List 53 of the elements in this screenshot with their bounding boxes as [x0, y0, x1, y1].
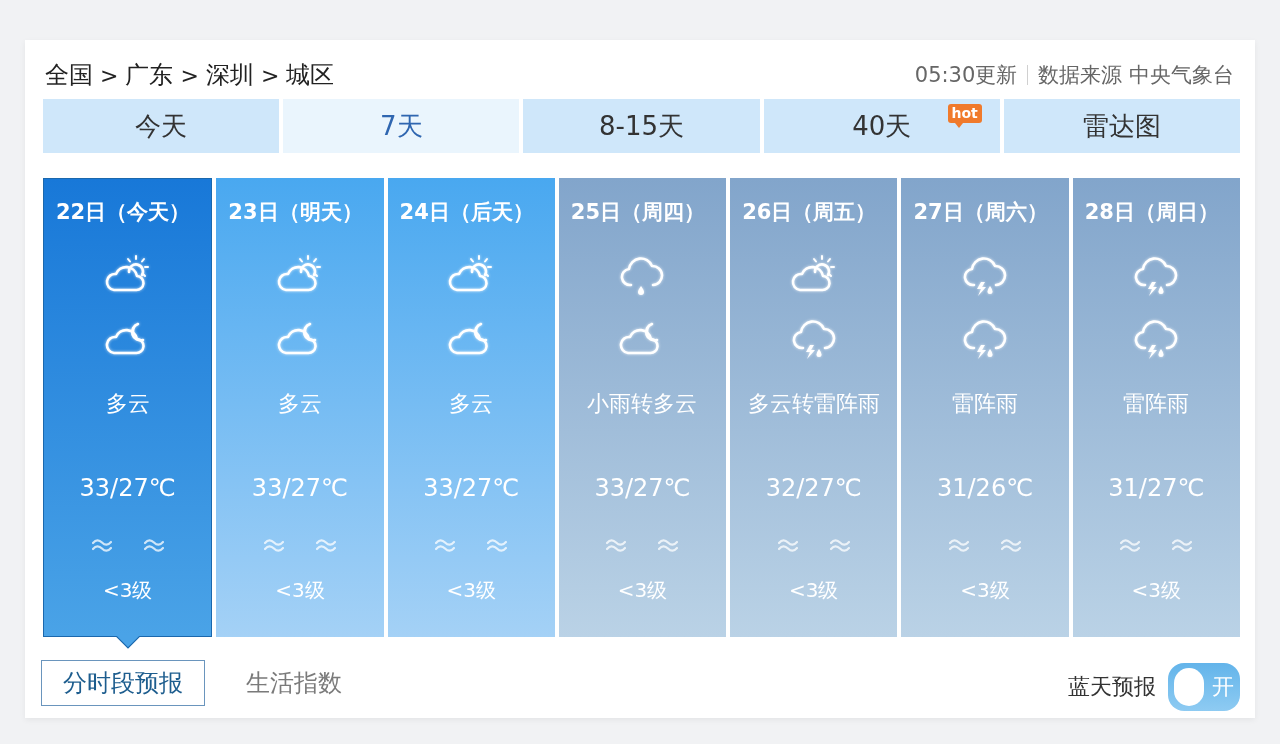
wind-wave-icon	[487, 538, 508, 552]
range-tab[interactable]: 8-15天	[523, 99, 760, 153]
breadcrumb-separator: >	[100, 62, 119, 88]
temperature-text: 31/26℃	[937, 473, 1034, 504]
wind-level-text: <3级	[446, 577, 496, 603]
temperature-text: 33/27℃	[251, 473, 348, 504]
range-tab[interactable]: 雷达图	[1003, 99, 1240, 153]
day-date: 25日（周四）	[569, 199, 706, 226]
weather-text: 多云	[449, 390, 494, 418]
day-date: 27日（周六）	[912, 199, 1048, 226]
wind-level-text: <3级	[960, 577, 1010, 603]
update-time-text: 05:30更新	[914, 62, 1018, 89]
day-date: 23日（明天）	[227, 199, 363, 226]
wind-wave-icon	[949, 538, 970, 552]
breadcrumb-separator: >	[260, 62, 280, 88]
wind-wave-icon	[777, 538, 798, 552]
weather-text: 雷阵雨	[952, 390, 1019, 418]
weather-text: 雷阵雨	[1123, 390, 1190, 418]
range-tab[interactable]: 40天 hot	[763, 99, 1000, 153]
weather-text: 小雨转多云	[587, 390, 698, 418]
weather-text: 多云	[277, 390, 322, 418]
range-tab[interactable]: 今天	[43, 99, 280, 153]
wind-wave-icon	[1172, 538, 1193, 552]
wind-level-text: <3级	[617, 577, 668, 603]
wind-wave-icon	[263, 538, 284, 552]
breadcrumb-link[interactable]: 全国	[45, 59, 93, 91]
data-source-text: 数据来源 中央气象台	[1038, 62, 1234, 89]
pointer-icon	[115, 636, 140, 649]
wind-wave-icon	[1001, 538, 1022, 552]
day-date: 26日（周五）	[741, 199, 877, 226]
toggle-label: 蓝天预报	[1068, 673, 1156, 701]
day-date: 28日（周日）	[1083, 199, 1219, 226]
breadcrumb-link[interactable]: 深圳	[205, 59, 254, 91]
wind-wave-icon	[829, 538, 850, 552]
temperature-text: 31/27℃	[1108, 473, 1205, 504]
wind-wave-icon	[435, 538, 456, 552]
breadcrumb-link[interactable]: 城区	[286, 59, 335, 91]
wind-level-text: <3级	[1131, 577, 1182, 603]
forecast-subtab[interactable]: 分时段预报	[41, 660, 205, 706]
day-date: 24日（后天）	[398, 199, 534, 226]
temperature-text: 33/27℃	[423, 473, 520, 504]
weather-text: 多云转雷阵雨	[747, 390, 880, 418]
wind-level-text: <3级	[275, 577, 325, 603]
breadcrumb-link[interactable]: 广东	[125, 59, 174, 91]
wind-wave-icon	[315, 538, 336, 552]
wind-wave-icon	[658, 538, 679, 552]
range-tab[interactable]: 7天	[283, 99, 520, 153]
breadcrumb-separator: >	[180, 62, 199, 88]
wind-wave-icon	[606, 538, 627, 552]
wind-level-text: <3级	[789, 577, 839, 603]
temperature-text: 32/27℃	[765, 473, 862, 504]
temperature-text: 33/27℃	[594, 473, 691, 504]
wind-wave-icon	[1120, 538, 1141, 552]
